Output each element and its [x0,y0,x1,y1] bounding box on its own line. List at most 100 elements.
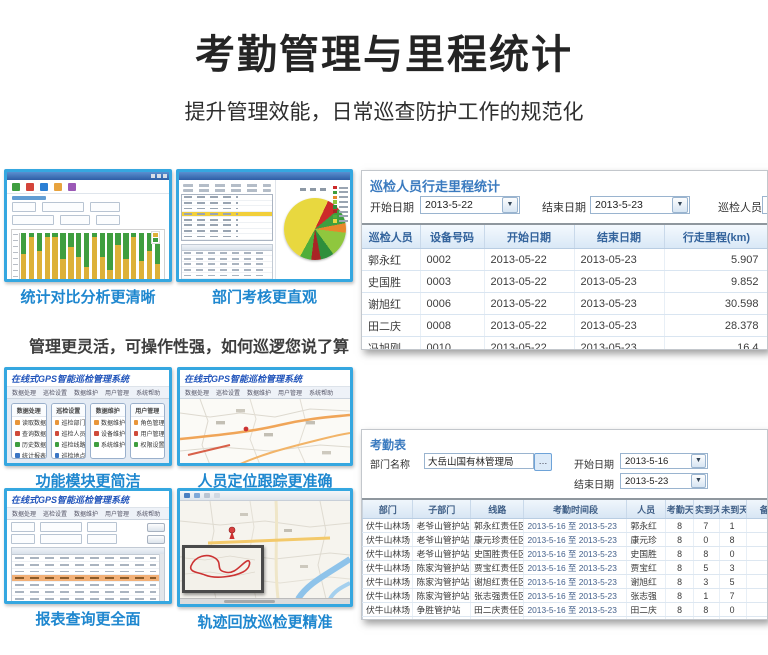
app-title: 在线式GPS智能巡检管理系统 [180,370,350,386]
feature-thumbnail-playback: 轨迹回放巡检更精准 [177,488,353,632]
module-item[interactable]: 统计报表 [12,450,46,459]
zoom-out-icon[interactable] [194,493,200,498]
module-item[interactable]: 读取数据 [12,417,46,428]
filter-input-placeholder[interactable] [40,534,82,544]
pan-icon[interactable] [204,493,210,498]
horizontal-scrollbar[interactable] [180,598,350,605]
tracking-map[interactable] [180,399,350,465]
end-date-label: 结束日期 [542,199,586,215]
legend-swatch [333,219,337,222]
bar [107,233,112,280]
module-item[interactable]: 系统维护 [91,439,125,450]
module-item[interactable]: 用户管理 [131,428,165,439]
table-row: 郭永红00022013-05-222013-05-235.907 [362,249,768,271]
filter-input-placeholder[interactable] [12,202,36,212]
module-item[interactable]: 数据维护 [91,417,125,428]
measure-icon[interactable] [214,493,220,498]
menu-item[interactable]: 巡检设置 [43,509,67,518]
cell [746,575,768,589]
cell: 5.907 [664,249,768,271]
menu-item[interactable]: 巡检设置 [216,388,240,397]
cell: 伏牛山林场 [363,589,413,603]
trajectory-inset-map [182,545,264,593]
cell: 伏牛山林场 [363,561,413,575]
menu-item[interactable]: 数据处理 [12,509,36,518]
department-list[interactable] [181,194,273,241]
module-item[interactable]: 巡检线路 [52,439,86,450]
filter-input-placeholder[interactable] [96,215,120,225]
filter-area [7,200,169,228]
start-date-select[interactable]: 2013-5-22 ▼ [420,196,520,214]
cell: 伏牛山林场 [363,575,413,589]
module-item[interactable]: 设备维护 [91,428,125,439]
menu-item[interactable]: 系统帮助 [136,509,160,518]
playback-map[interactable] [180,501,350,605]
module-item[interactable]: 权限设置 [131,439,165,450]
legend-swatch [333,191,337,194]
filter-input-placeholder[interactable] [60,215,90,225]
legend-swatch [333,215,337,218]
dept-name-input[interactable]: 大岳山国有林管理局 [424,453,534,469]
mileage-panel-title: 巡检人员行走里程统计 [362,171,767,195]
module-item[interactable]: 巡检人员 [52,428,86,439]
menu-item[interactable]: 巡检设置 [43,388,67,397]
menu-item[interactable]: 系统帮助 [136,388,160,397]
chevron-down-icon[interactable]: ▼ [691,454,706,468]
menu-bar: 数据处理巡检设置数据维护用户管理系统帮助 [7,386,169,399]
person-select[interactable]: 全部 [762,196,768,214]
cell: 28.378 [664,315,768,337]
menu-item[interactable]: 数据处理 [185,388,209,397]
cell: 2013-5-16 至 2013-5-23 [524,617,627,621]
cell [746,533,768,547]
query-button[interactable] [147,523,165,532]
filter-input-placeholder[interactable] [87,522,117,532]
menu-item[interactable]: 用户管理 [278,388,302,397]
stacked-bar-chart [11,229,165,282]
feature-caption-pie: 部门考核更直观 [176,286,353,307]
module-item-icon [15,431,20,436]
pie-legend-item [333,219,348,222]
chevron-down-icon[interactable]: ▼ [672,197,688,213]
feature-thumbnail-reports: 在线式GPS智能巡检管理系统 数据处理巡检设置数据维护用户管理系统帮助 报表查询… [4,488,172,629]
end-date-select[interactable]: 2013-5-23 ▼ [620,473,708,489]
module-item[interactable]: 巡检部门 [52,417,86,428]
menu-item[interactable]: 数据维护 [74,509,98,518]
module-item[interactable]: 历史数据 [12,439,46,450]
map-roads-graphic [180,399,350,465]
module-item[interactable]: 巡检地点 [52,450,86,459]
menu-item[interactable]: 数据维护 [74,388,98,397]
menu-item[interactable]: 数据处理 [12,388,36,397]
filter-input-placeholder[interactable] [87,534,117,544]
zoom-in-icon[interactable] [184,493,190,498]
cell: 2013-5-16 至 2013-5-23 [524,519,627,533]
chevron-down-icon[interactable]: ▼ [502,197,518,213]
table-row: 伏牛山林场老爷山管护站康元珍责任区2013-5-16 至 2013-5-23康元… [363,533,768,547]
module-item[interactable]: 角色管理 [131,417,165,428]
cell: 2013-5-16 至 2013-5-23 [524,575,627,589]
list-item[interactable] [182,234,272,240]
start-date-select[interactable]: 2013-5-16 ▼ [620,453,708,469]
export-button[interactable] [147,535,165,544]
module-item[interactable]: 查询数据 [12,428,46,439]
chevron-down-icon[interactable]: ▼ [691,474,706,488]
menu-item[interactable]: 用户管理 [105,509,129,518]
section-slogan: 管理更灵活，可操作性强，如何巡逻您说了算 [0,333,378,357]
filter-input-placeholder[interactable] [12,215,54,225]
module-cards: 数据处理读取数据查询数据历史数据统计报表巡检设置巡检部门巡检人员巡检线路巡检地点… [7,399,169,463]
filter-input-placeholder[interactable] [90,202,120,212]
browse-button[interactable]: … [534,453,552,471]
toolbar-print-icon [68,183,76,191]
menu-item[interactable]: 数据维护 [247,388,271,397]
chart-legend [151,231,160,244]
filter-input-placeholder[interactable] [40,522,82,532]
table-row: 伏牛山林场争胜管护站赵建强责任区2013-5-16 至 2013-5-23赵建强… [363,617,768,621]
end-date-select[interactable]: 2013-5-23 ▼ [590,196,690,214]
scrollbar[interactable] [159,554,164,604]
report-table [11,547,165,604]
filter-input-placeholder[interactable] [11,534,35,544]
menu-item[interactable]: 用户管理 [105,388,129,397]
filter-input-placeholder[interactable] [42,202,84,212]
bar-segment-yellow [84,267,89,280]
menu-item[interactable]: 系统帮助 [309,388,333,397]
filter-input-placeholder[interactable] [11,522,35,532]
